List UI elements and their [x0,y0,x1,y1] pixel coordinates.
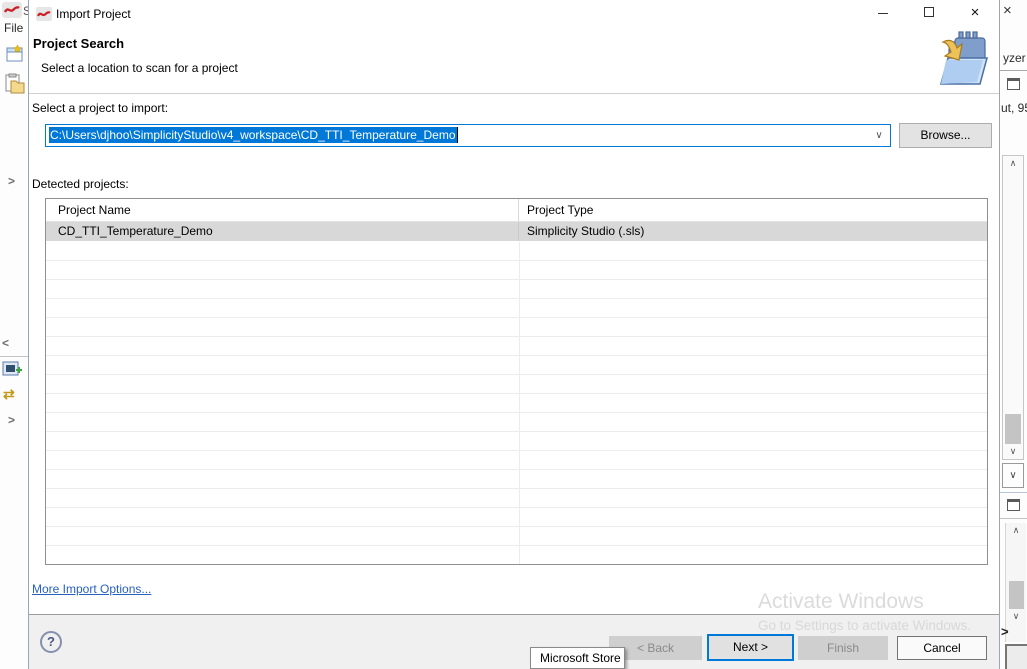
background-app-left-strip: S File > < ⇄ > [0,0,28,669]
dialog-title-bar[interactable]: Import Project × [29,0,999,28]
paste-clipboard-icon[interactable] [3,73,25,95]
divider-blue [1000,492,1027,493]
scroll-up-icon[interactable]: ∧ [1003,158,1023,169]
import-wizard-icon [929,30,993,90]
detected-projects-table[interactable]: Project Name Project Type CD_TTI_Tempera… [45,198,988,565]
scrollbar-thumb[interactable] [1005,414,1021,444]
page-title: Project Search [33,36,124,51]
simplicity-swoosh-icon [2,2,22,18]
panel-divider [0,356,28,357]
scroll-down-icon[interactable]: ∨ [1003,446,1023,457]
background-app-right-strip: × yzer ut, 954 ∧ ∨ ∨ ∧ ∨ > [1000,0,1027,669]
help-icon: ? [47,634,55,649]
activate-windows-watermark: Activate Windows [758,590,924,614]
background-scrollbar-vertical[interactable]: ∧ ∨ [1002,155,1024,460]
minimize-icon [878,13,888,14]
select-project-label: Select a project to import: [32,101,168,115]
table-row-selected[interactable]: CD_TTI_Temperature_Demo Simplicity Studi… [46,222,987,241]
more-import-options-link[interactable]: More Import Options... [32,582,151,596]
expand-chevron-icon[interactable]: > [1001,624,1009,639]
divider [1000,518,1027,519]
finish-button[interactable]: Finish [798,636,888,660]
next-button[interactable]: Next > [707,634,794,661]
empty-rows-area [46,242,987,564]
detected-projects-label: Detected projects: [32,177,129,191]
help-button[interactable]: ? [40,631,62,653]
restore-pane-icon[interactable] [1007,78,1020,90]
background-dropdown[interactable]: ∨ [1002,463,1024,488]
collapse-chevron-left-icon[interactable]: < [2,336,9,350]
app-logo-icon [2,2,22,18]
project-path-value[interactable]: C:\Users\djhoo\SimplicityStudio\v4_works… [49,127,458,143]
taskbar-tooltip: Microsoft Store [530,647,625,669]
browse-button[interactable]: Browse... [899,123,992,148]
sync-arrows-icon[interactable]: ⇄ [3,386,15,403]
wizard-header: Project Search Select a location to scan… [29,28,999,94]
maximize-button[interactable] [913,0,945,26]
column-divider [519,242,520,564]
dialog-title: Import Project [56,7,131,21]
cancel-button[interactable]: Cancel [897,636,987,660]
close-icon: × [971,4,980,21]
scrollbar-thumb2[interactable] [1009,581,1024,609]
collapse-chevron-right2-icon[interactable]: > [8,413,15,427]
background-close-icon[interactable]: × [1003,2,1012,19]
background-corner-fill [1007,646,1027,669]
collapse-chevron-right-icon[interactable]: > [8,174,15,188]
new-project-icon[interactable] [6,44,26,64]
menu-file[interactable]: File [4,21,23,35]
dropdown-chevron-icon: ∨ [1009,470,1016,481]
combo-dropdown-button[interactable]: ∨ [869,126,889,145]
background-tab-fragment[interactable]: yzer [1003,51,1026,65]
tab-underline [1000,70,1027,71]
import-project-dialog: Import Project × Project Search Select a… [28,0,1000,669]
activate-windows-watermark-line2: Go to Settings to activate Windows. [758,618,971,633]
dialog-app-icon [36,7,52,21]
background-status-fragment: ut, 954 [1001,101,1027,115]
close-button[interactable]: × [959,0,991,26]
project-path-combo[interactable]: C:\Users\djhoo\SimplicityStudio\v4_works… [45,124,891,147]
minimize-button[interactable] [867,0,899,26]
restore-pane2-icon[interactable] [1007,499,1020,511]
column-header-project-name[interactable]: Project Name [46,199,519,221]
column-header-project-type[interactable]: Project Type [519,199,987,221]
cell-project-type[interactable]: Simplicity Studio (.sls) [519,222,987,241]
maximize-icon [924,7,934,17]
page-subtitle: Select a location to scan for a project [41,61,238,75]
scroll-up2-icon[interactable]: ∧ [1006,525,1026,536]
scroll-down2-icon[interactable]: ∨ [1006,611,1026,622]
cell-project-name[interactable]: CD_TTI_Temperature_Demo [46,222,519,241]
chip-perspective-icon[interactable] [2,360,22,378]
chevron-down-icon: ∨ [875,130,882,141]
